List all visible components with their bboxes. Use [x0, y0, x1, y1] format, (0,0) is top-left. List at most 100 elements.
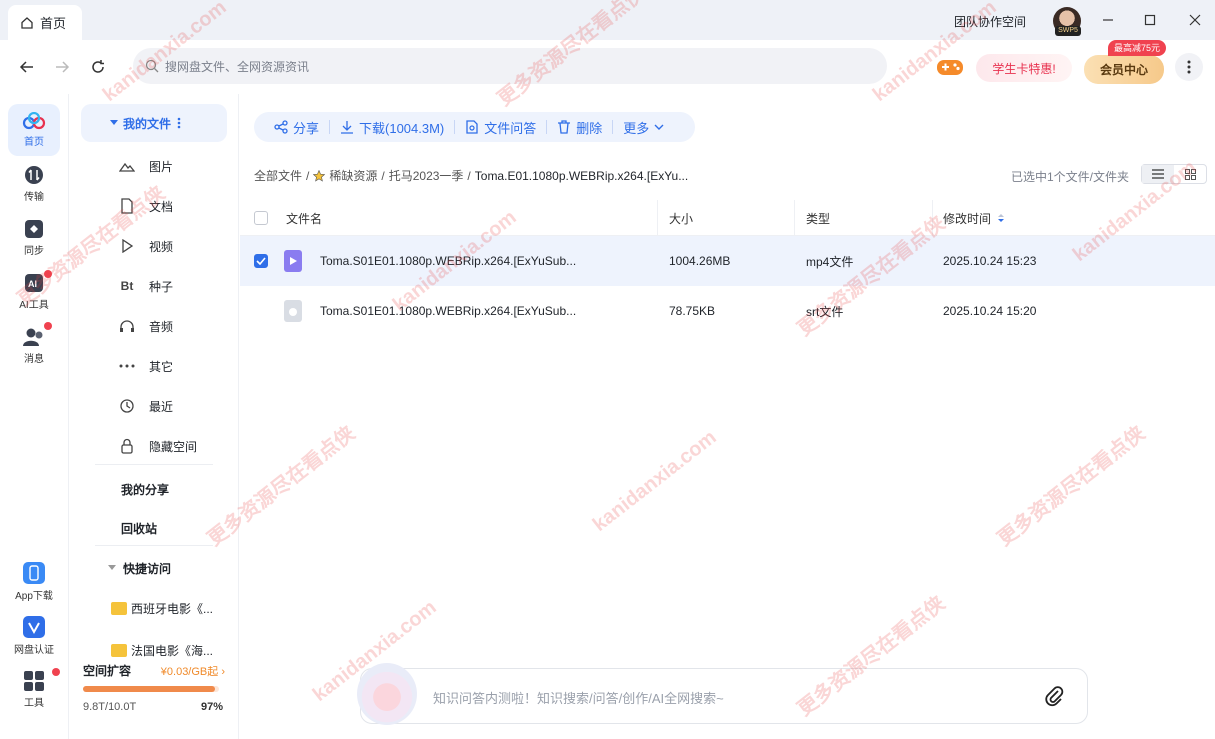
quick-item-label: 法国电影《海... [131, 643, 214, 658]
table-header: 文件名 大小 类型 修改时间 [240, 200, 1215, 236]
view-toggle [1141, 164, 1207, 184]
sidebar-item-audio[interactable]: 音频 [119, 316, 173, 336]
svg-text:AI: AI [28, 279, 37, 289]
column-size[interactable]: 大小 [669, 200, 693, 236]
share-button[interactable]: 分享 [264, 112, 329, 142]
tab-home[interactable]: 首页 [8, 5, 82, 40]
sidebar: 我的文件 图片 文档 视频 Bt 种子 音频 其它 最近 隐藏空间 我的分享 回… [69, 94, 239, 739]
member-center-button[interactable]: 会员中心 [1084, 55, 1164, 84]
space-title: 空间扩容 [83, 664, 132, 678]
breadcrumb-item[interactable]: 托马2023一季 [389, 167, 464, 184]
breadcrumb-item[interactable]: 全部文件 [254, 167, 302, 184]
rail-item-sync[interactable]: 同步 [8, 212, 60, 264]
file-size: 78.75KB [669, 304, 716, 318]
close-button[interactable] [1185, 10, 1205, 30]
sidebar-item-documents[interactable]: 文档 [119, 196, 173, 216]
gamepad-icon[interactable] [936, 56, 964, 81]
refresh-button[interactable] [87, 56, 109, 78]
student-card-promo[interactable]: 学生卡特惠! [976, 54, 1072, 82]
delete-button[interactable]: 删除 [547, 112, 612, 142]
document-icon [119, 198, 135, 214]
more-actions-button[interactable]: 更多 [613, 112, 674, 142]
maximize-icon [1144, 14, 1156, 26]
transfer-icon [25, 166, 43, 184]
table-row[interactable]: Toma.S01E01.1080p.WEBRip.x264.[ExYuSub..… [240, 236, 1215, 286]
file-name[interactable]: Toma.S01E01.1080p.WEBRip.x264.[ExYuSub..… [320, 286, 576, 336]
breadcrumb-item[interactable]: 稀缺资源 [329, 167, 377, 184]
row-checkbox[interactable] [254, 254, 268, 268]
more-vertical-icon [1187, 60, 1191, 74]
quick-item-label: 西班牙电影《... [131, 601, 214, 616]
rail-item-verify[interactable]: 网盘认证 [8, 610, 60, 662]
sidebar-label: 最近 [149, 399, 174, 414]
quick-item[interactable]: 法国电影《海... [111, 640, 213, 660]
rail-label-message: 消息 [24, 354, 44, 365]
more-menu-button[interactable] [1175, 53, 1203, 81]
maximize-button[interactable] [1140, 10, 1160, 30]
selection-status: 已选中1个文件/文件夹 [1011, 170, 1130, 184]
space-percent: 97% [200, 701, 223, 713]
tab-home-label: 首页 [40, 16, 67, 31]
attachment-icon[interactable] [1043, 685, 1065, 710]
sidebar-label: 文档 [149, 199, 174, 214]
rail-item-home[interactable]: 首页 [8, 104, 60, 156]
table-row[interactable]: Toma.S01E01.1080p.WEBRip.x264.[ExYuSub..… [240, 286, 1215, 336]
breadcrumb-sep: / [306, 168, 310, 183]
quick-item[interactable]: 西班牙电影《... [111, 598, 213, 618]
vip-badge: SWP5 [1055, 26, 1081, 36]
sidebar-item-recycle[interactable]: 回收站 [121, 520, 157, 537]
sidebar-item-hidden-space[interactable]: 隐藏空间 [119, 436, 197, 456]
caret-down-icon [110, 120, 118, 125]
rail-item-transfer[interactable]: 传输 [8, 158, 60, 210]
download-button[interactable]: 下载(1004.3M) [330, 112, 454, 142]
rail-item-app-download[interactable]: App下载 [8, 556, 60, 608]
title-bar: 首页 团队协作空间 SWP5 [0, 0, 1215, 40]
rail-item-message[interactable]: 消息 [8, 320, 60, 372]
sidebar-item-video[interactable]: 视频 [119, 236, 173, 256]
subtitle-file-icon [284, 300, 302, 322]
sidebar-label: 图片 [149, 159, 174, 174]
caret-down-icon [108, 565, 116, 570]
sidebar-item-torrent[interactable]: Bt 种子 [119, 276, 173, 296]
sidebar-item-my-share[interactable]: 我的分享 [121, 481, 169, 498]
column-name[interactable]: 文件名 [286, 200, 322, 236]
column-type[interactable]: 类型 [806, 200, 830, 236]
sidebar-item-images[interactable]: 图片 [119, 156, 173, 176]
column-divider [794, 200, 795, 236]
notification-dot [44, 322, 52, 330]
list-view-button[interactable] [1142, 165, 1174, 183]
select-all-checkbox[interactable] [254, 211, 268, 225]
forward-button[interactable] [51, 56, 73, 78]
file-modified: 2025.10.24 15:23 [943, 254, 1037, 268]
breadcrumb-sep: / [381, 168, 385, 183]
sidebar-label: 其它 [149, 359, 174, 374]
sidebar-item-other[interactable]: 其它 [119, 356, 173, 376]
chevron-down-icon [654, 124, 664, 130]
quick-access-header[interactable]: 快捷访问 [107, 558, 171, 578]
team-space-link[interactable]: 团队协作空间 [954, 13, 1026, 30]
grid-view-button[interactable] [1174, 165, 1206, 183]
notification-dot [44, 270, 52, 278]
list-icon [1152, 169, 1164, 179]
minimize-button[interactable] [1098, 10, 1118, 30]
top-toolbar: 搜网盘文件、全网资源资讯 学生卡特惠! 会员中心 最高减75元 [0, 40, 1215, 94]
file-name[interactable]: Toma.S01E01.1080p.WEBRip.x264.[ExYuSub..… [320, 236, 576, 286]
file-qa-button[interactable]: 文件问答 [455, 112, 546, 142]
sync-icon [25, 220, 43, 238]
folder-icon [111, 601, 127, 615]
file-type: srt文件 [806, 304, 844, 319]
column-modified[interactable]: 修改时间 [943, 200, 1005, 236]
my-files-header[interactable]: 我的文件 [81, 104, 227, 142]
sidebar-label: 音频 [149, 319, 174, 334]
rail-label-sync: 同步 [24, 246, 44, 257]
breadcrumb-current: Toma.E01.1080p.WEBRip.x264.[ExYu... [474, 168, 689, 183]
rail-item-ai-tools[interactable]: AI AI工具 [8, 266, 60, 318]
sidebar-item-recent[interactable]: 最近 [119, 396, 173, 416]
search-input[interactable]: 搜网盘文件、全网资源资讯 [133, 48, 887, 84]
more-vertical-icon[interactable] [177, 117, 181, 129]
ai-search-bar[interactable]: 知识问答内测啦！知识搜索/问答/创作/AI全网搜索~ [357, 663, 1088, 725]
trash-icon [558, 120, 571, 134]
back-button[interactable] [16, 56, 38, 78]
video-file-icon [284, 250, 302, 272]
space-upgrade[interactable]: 空间扩容 ¥0.03/GB起 › 9.8T/10.0T 97% [83, 662, 225, 713]
